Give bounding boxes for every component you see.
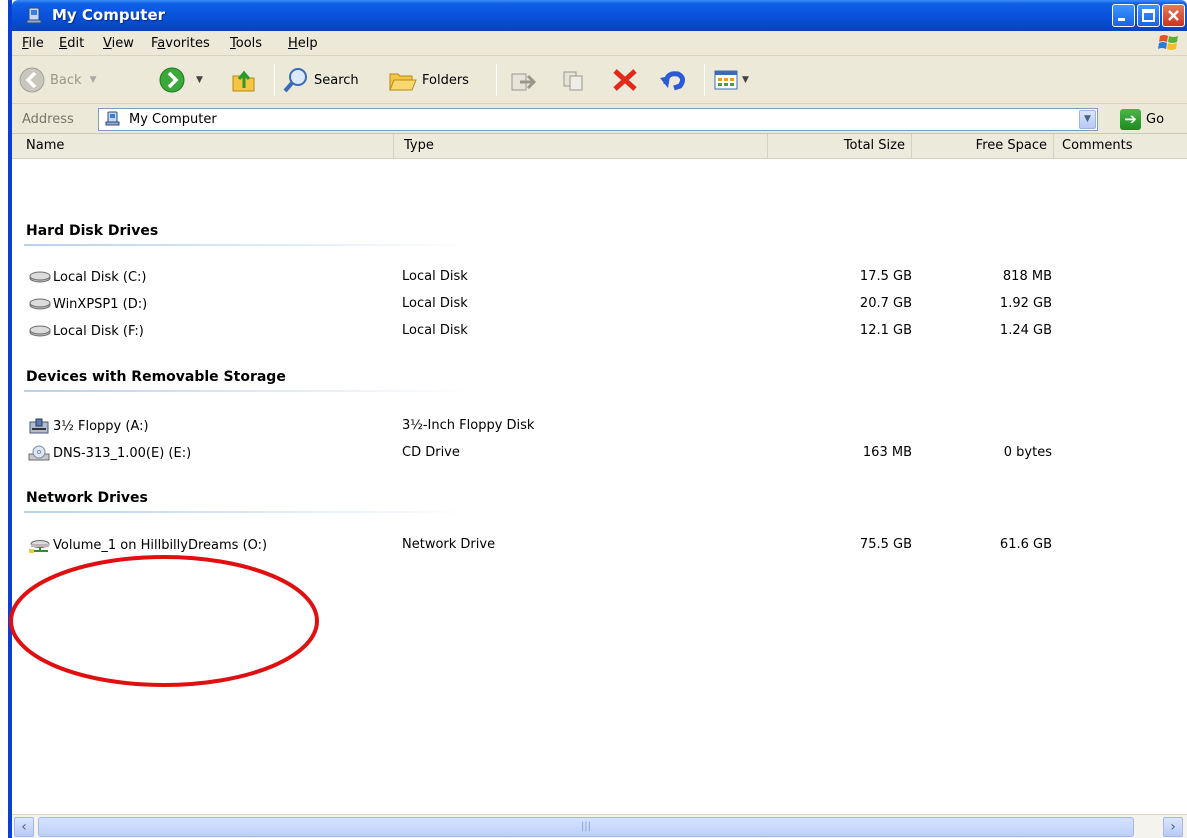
undo-button[interactable] <box>658 62 688 98</box>
my-computer-icon <box>26 7 42 24</box>
hard-disk-icon <box>29 325 51 337</box>
menu-tools[interactable]: Tools <box>230 36 262 51</box>
chevron-right-icon: › <box>1170 819 1176 835</box>
scrollbar-thumb[interactable]: ||| <box>38 817 1134 837</box>
group-divider <box>24 244 474 246</box>
back-label: Back <box>50 72 82 88</box>
folders-icon <box>389 73 417 91</box>
standard-toolbar: Back ▼ ▼ Search Folders ▼ <box>12 56 1187 104</box>
views-dropdown-icon[interactable]: ▼ <box>742 75 749 85</box>
search-magnifier-icon <box>283 68 307 93</box>
maximize-button[interactable] <box>1137 4 1160 27</box>
minimize-icon <box>1118 18 1125 21</box>
copy-to-button[interactable] <box>560 62 590 98</box>
forward-button[interactable]: ▼ <box>158 62 203 98</box>
address-label: Address <box>22 112 74 127</box>
column-header-row: Name Type Total Size Free Space Comments <box>12 134 1187 159</box>
search-button[interactable]: Search <box>282 62 359 98</box>
folders-label: Folders <box>422 72 469 88</box>
hard-disk-icon <box>29 271 51 283</box>
floppy-drive-icon <box>29 418 49 434</box>
column-header-comments[interactable]: Comments <box>1054 134 1187 158</box>
views-button[interactable]: ▼ <box>712 62 749 98</box>
folders-button[interactable]: Folders <box>388 62 469 98</box>
move-to-button[interactable] <box>508 62 538 98</box>
close-button[interactable] <box>1162 4 1185 27</box>
go-button[interactable]: ➔ Go <box>1120 109 1164 130</box>
group-divider <box>24 511 474 513</box>
scroll-left-button[interactable]: ‹ <box>14 817 34 837</box>
minimize-button[interactable] <box>1112 4 1135 27</box>
back-dropdown-icon[interactable]: ▼ <box>90 75 97 85</box>
forward-dropdown-icon[interactable]: ▼ <box>196 75 203 85</box>
hard-disk-icon <box>29 298 51 310</box>
delete-button[interactable] <box>610 62 640 98</box>
go-arrow-icon: ➔ <box>1120 109 1141 130</box>
group-title-network-drives: Network Drives <box>26 490 148 506</box>
forward-arrow-icon <box>159 67 185 93</box>
list-item[interactable]: WinXPSP1 (D:) Local Disk 20.7 GB 1.92 GB <box>12 292 1112 316</box>
menu-file[interactable]: File <box>22 36 44 51</box>
explorer-window: My Computer File Edit View Favorites Too… <box>8 0 1187 838</box>
back-arrow-icon <box>19 67 45 93</box>
search-label: Search <box>314 72 359 88</box>
cd-drive-icon <box>28 445 50 461</box>
toolbar-separator <box>274 64 275 96</box>
delete-x-icon <box>613 69 637 91</box>
group-title-hard-disk-drives: Hard Disk Drives <box>26 223 159 239</box>
up-button[interactable] <box>230 62 258 98</box>
menu-favorites[interactable]: Favorites <box>151 36 210 51</box>
column-header-free-space[interactable]: Free Space <box>912 134 1054 158</box>
red-highlight-ellipse <box>9 555 319 687</box>
address-input[interactable]: My Computer ▼ <box>98 108 1098 131</box>
address-value: My Computer <box>129 112 217 127</box>
list-item[interactable]: Local Disk (C:) Local Disk 17.5 GB 818 M… <box>12 265 1112 289</box>
my-computer-icon <box>105 111 120 126</box>
address-dropdown-button[interactable]: ▼ <box>1079 110 1096 129</box>
undo-icon <box>660 71 686 91</box>
scroll-right-button[interactable]: › <box>1163 817 1183 837</box>
back-button[interactable]: Back ▼ <box>18 62 96 98</box>
column-header-name[interactable]: Name <box>12 134 394 158</box>
address-bar: Address My Computer ▼ ➔ Go <box>12 104 1187 134</box>
menu-bar: File Edit View Favorites Tools Help <box>12 31 1187 56</box>
toolbar-separator <box>496 64 497 96</box>
list-item[interactable]: 3½ Floppy (A:) 3½-Inch Floppy Disk <box>12 414 1112 438</box>
menu-help[interactable]: Help <box>288 36 318 51</box>
views-icon <box>714 70 738 90</box>
chevron-left-icon: ‹ <box>21 819 27 835</box>
window-title: My Computer <box>52 6 166 24</box>
windows-logo-icon <box>1158 35 1178 50</box>
column-header-total-size[interactable]: Total Size <box>768 134 912 158</box>
menu-view[interactable]: View <box>103 36 134 51</box>
horizontal-scrollbar[interactable]: ‹ ||| › <box>12 814 1187 838</box>
list-item[interactable]: Local Disk (F:) Local Disk 12.1 GB 1.24 … <box>12 319 1112 343</box>
grip-icon: ||| <box>580 821 592 832</box>
chevron-down-icon: ▼ <box>1084 114 1091 124</box>
up-folder-icon <box>232 70 255 92</box>
list-item[interactable]: DNS-313_1.00(E) (E:) CD Drive 163 MB 0 b… <box>12 441 1112 465</box>
copy-to-icon <box>563 71 583 91</box>
title-bar[interactable]: My Computer <box>12 0 1187 31</box>
group-divider <box>24 390 474 392</box>
file-list: Hard Disk Drives Local Disk (C:) Local D… <box>9 159 1187 814</box>
close-icon <box>1168 10 1179 21</box>
menu-edit[interactable]: Edit <box>59 36 84 51</box>
maximize-icon <box>1142 9 1155 22</box>
toolbar-separator <box>704 64 705 96</box>
go-label: Go <box>1146 112 1165 127</box>
group-title-removable-storage: Devices with Removable Storage <box>26 369 286 385</box>
column-header-type[interactable]: Type <box>394 134 768 158</box>
move-to-icon <box>511 73 537 91</box>
